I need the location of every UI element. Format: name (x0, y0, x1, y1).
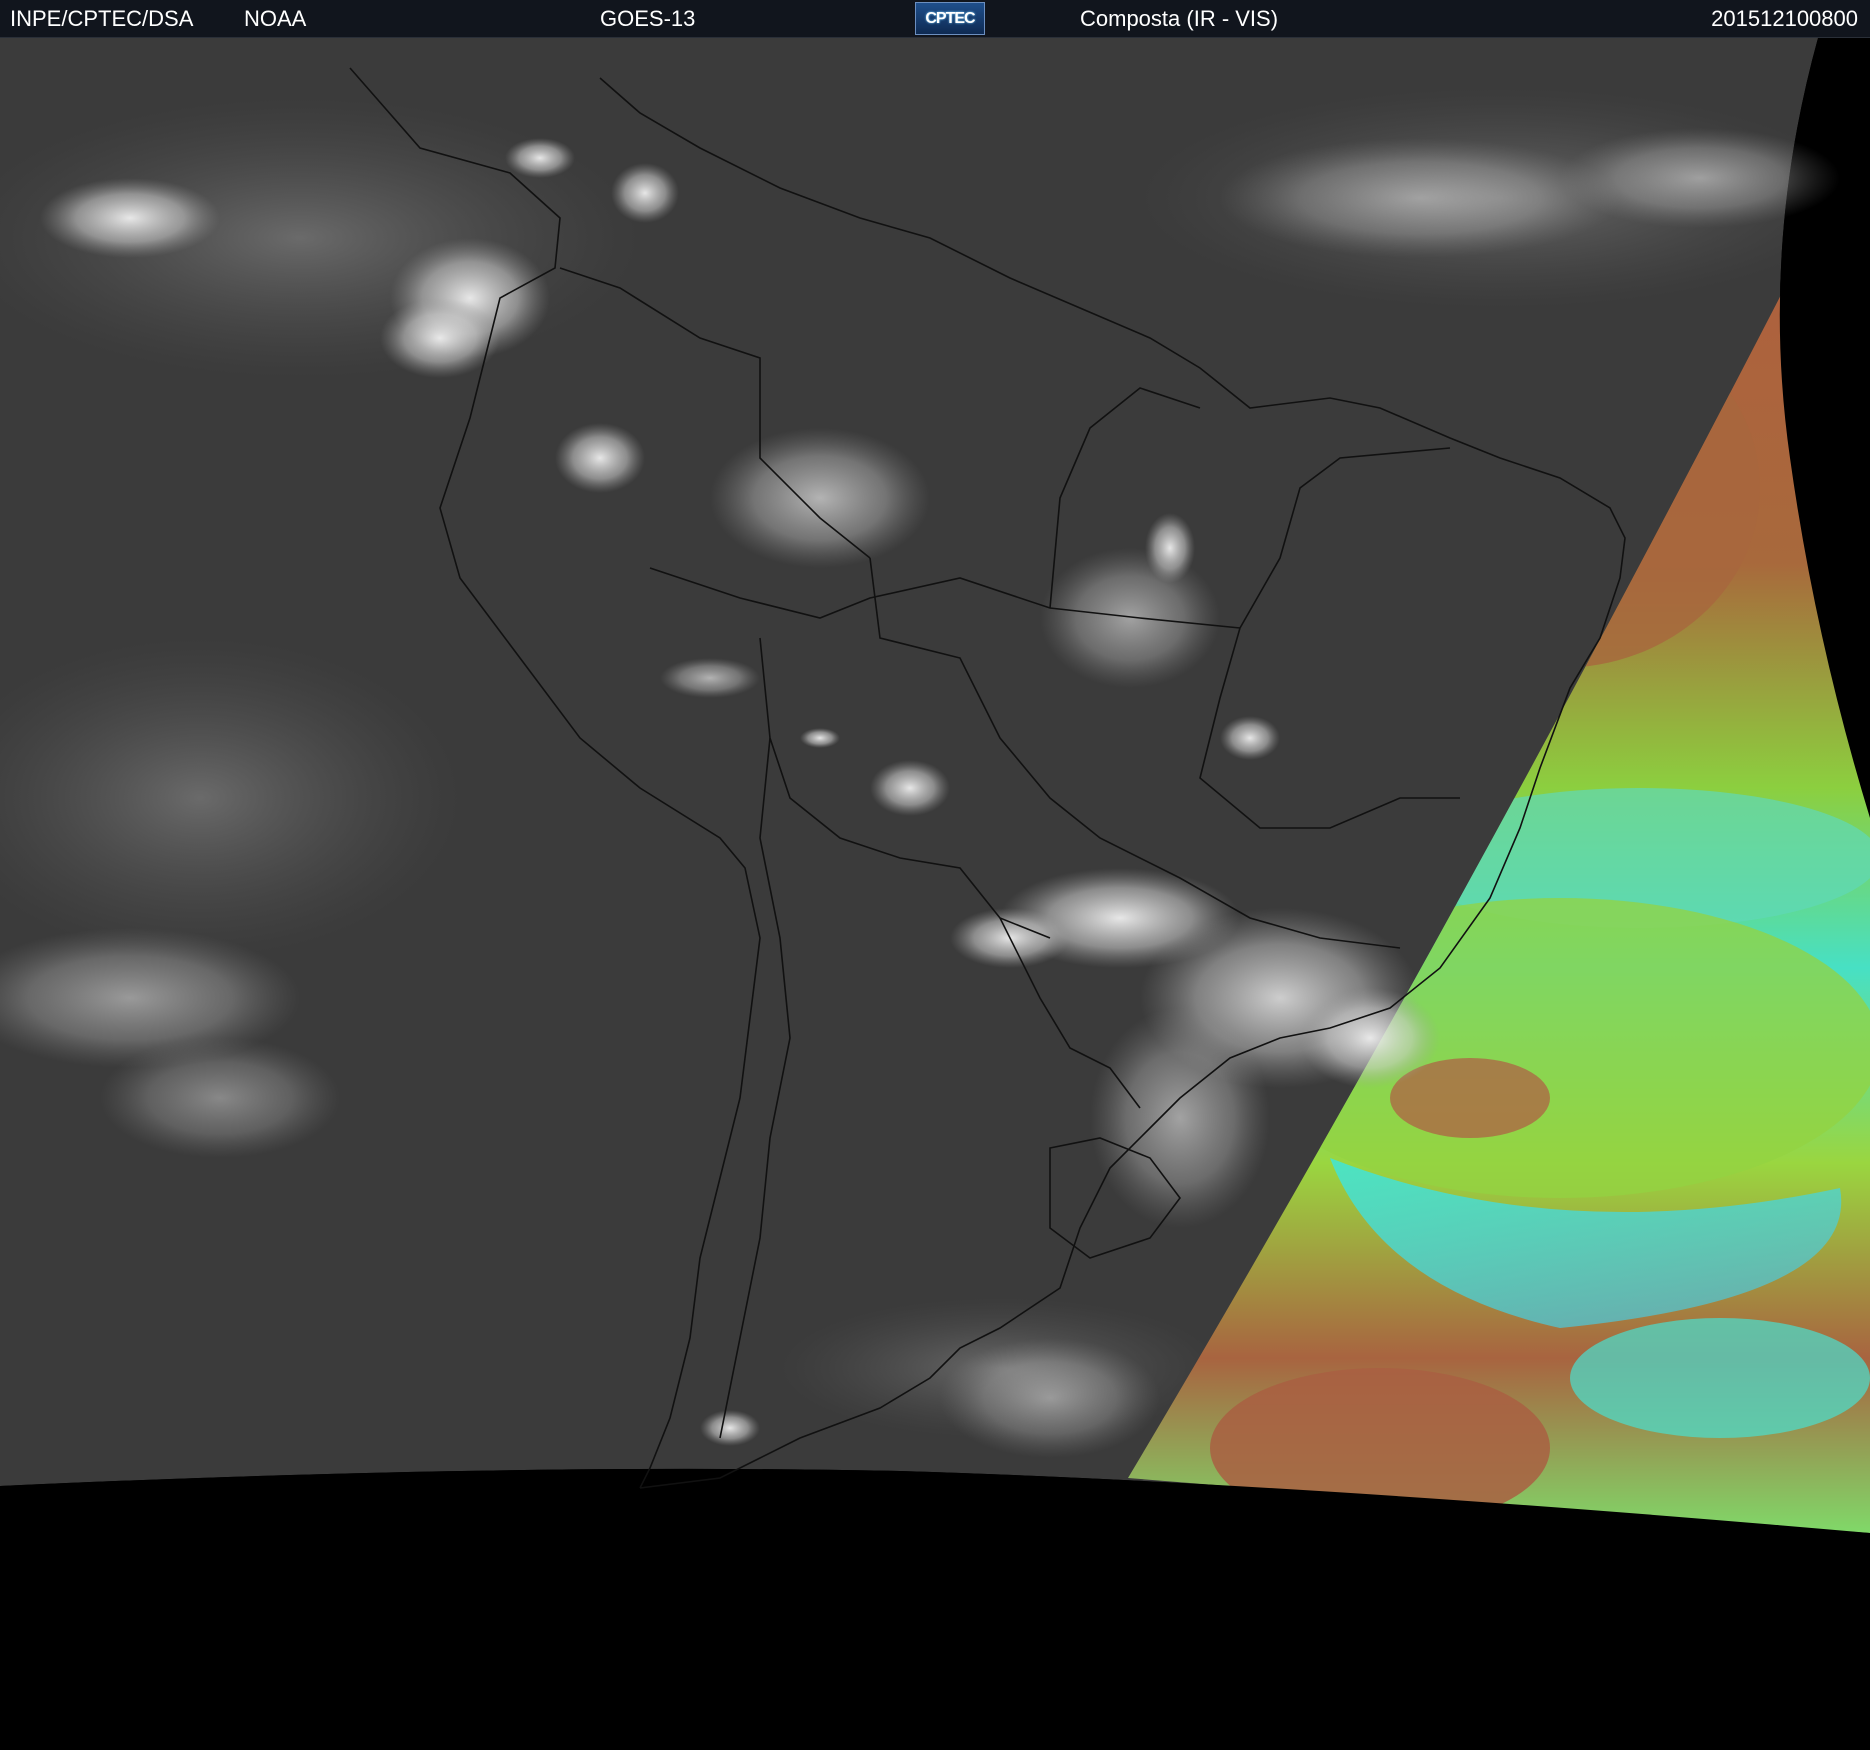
partner-label: NOAA (244, 6, 307, 31)
satellite-imagery (0, 38, 1870, 1750)
space-bottom (0, 1468, 1870, 1750)
image-header-bar: INPE/CPTEC/DSA NOAA GOES-13 CPTEC Compos… (0, 0, 1870, 38)
satellite-label: GOES-13 (600, 6, 696, 31)
satellite-image-page: INPE/CPTEC/DSA NOAA GOES-13 CPTEC Compos… (0, 0, 1870, 1750)
cptec-logo: CPTEC (915, 2, 985, 35)
agency-label: INPE/CPTEC/DSA (10, 6, 194, 31)
product-label: Composta (IR - VIS) (1080, 6, 1279, 31)
cptec-logo-text: CPTEC (925, 10, 975, 27)
datetime-label: 201512100800 (1711, 6, 1858, 31)
satellite-map (0, 38, 1870, 1750)
